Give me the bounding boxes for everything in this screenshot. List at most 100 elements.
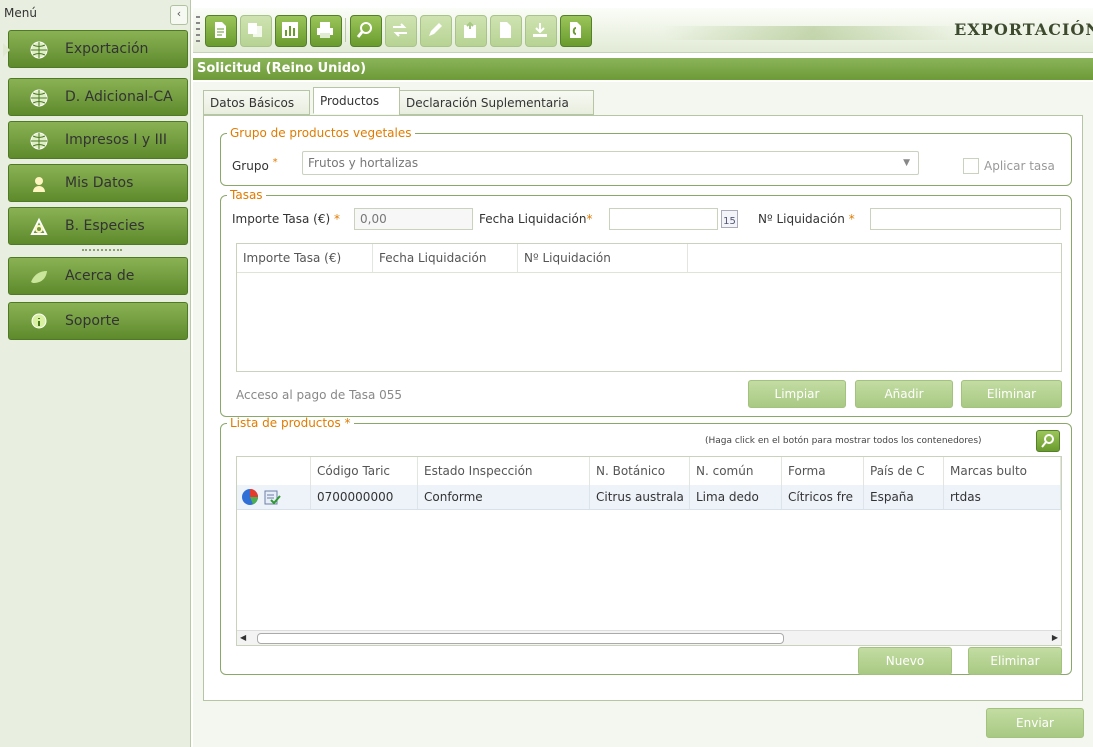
scroll-left-icon[interactable]: ◀ bbox=[240, 631, 246, 645]
scroll-right-icon[interactable]: ▶ bbox=[1052, 631, 1058, 645]
page-title: EXPORTACIÓN bbox=[954, 20, 1093, 39]
tasas-legend: Tasas bbox=[230, 188, 263, 202]
sidebar-item-mis-datos[interactable]: Mis Datos bbox=[8, 164, 188, 202]
chevron-down-icon: ▼ bbox=[903, 158, 910, 168]
numero-liquidacion-input[interactable] bbox=[870, 208, 1061, 230]
sidebar-item-label: Soporte bbox=[65, 313, 120, 329]
sidebar-item-soporte[interactable]: Soporte bbox=[8, 302, 188, 340]
tasas-table: Importe Tasa (€) Fecha Liquidación Nº Li… bbox=[236, 243, 1062, 372]
cell-codigo-taric: 0700000000 bbox=[311, 485, 418, 509]
sidebar-item-acerca-de[interactable]: Acerca de bbox=[8, 257, 188, 295]
fecha-liquidacion-input[interactable] bbox=[609, 208, 718, 230]
sidebar-item-label: Acerca de bbox=[65, 268, 135, 284]
sidebar: Menú ‹ Exportación D. Adicional-CA Impre… bbox=[0, 0, 191, 747]
sidebar-item-impresos[interactable]: Impresos I y III bbox=[8, 121, 188, 159]
productos-table: Código Taric Estado Inspección N. Botáni… bbox=[236, 456, 1062, 646]
grupo-select-value: Frutos y hortalizas bbox=[308, 156, 419, 170]
column-header[interactable]: Fecha Liquidación bbox=[373, 244, 518, 272]
column-header[interactable]: Marcas bulto bbox=[944, 457, 1061, 485]
eliminar-producto-button[interactable]: Eliminar bbox=[968, 647, 1062, 675]
grupo-label: Grupo * bbox=[232, 157, 278, 173]
collapse-sidebar-button[interactable]: ‹ bbox=[170, 5, 188, 25]
edit-icon[interactable] bbox=[420, 15, 452, 47]
grupo-select[interactable]: Frutos y hortalizas ▼ bbox=[302, 151, 919, 175]
user-icon bbox=[33, 177, 45, 192]
contenedores-hint: (Haga click en el botón para mostrar tod… bbox=[705, 436, 982, 446]
toolbar: EXPORTACIÓN bbox=[193, 8, 1093, 53]
show-containers-button[interactable] bbox=[1036, 430, 1060, 452]
main-panel: Datos Básicos Productos Declaración Supl… bbox=[193, 82, 1093, 747]
search-icon[interactable] bbox=[350, 15, 382, 47]
table-row[interactable]: 0700000000 Conforme Citrus australa Lima… bbox=[237, 485, 1061, 510]
sidebar-item-label: D. Adicional-CA bbox=[65, 89, 173, 105]
column-header[interactable]: N. común bbox=[690, 457, 782, 485]
column-header[interactable]: Estado Inspección bbox=[418, 457, 590, 485]
scrollbar-thumb[interactable] bbox=[257, 633, 784, 644]
tab-declaracion-suplementaria[interactable]: Declaración Suplementaria bbox=[399, 90, 594, 115]
sidebar-item-label: Exportación bbox=[65, 41, 149, 57]
tab-content: Grupo de productos vegetales Grupo * Fru… bbox=[203, 115, 1083, 701]
sidebar-splitter[interactable] bbox=[82, 249, 122, 255]
print-icon[interactable] bbox=[310, 15, 342, 47]
copy-icon[interactable] bbox=[240, 15, 272, 47]
aplicar-tasa-label: Aplicar tasa bbox=[984, 159, 1055, 173]
column-header bbox=[237, 457, 311, 485]
tab-productos[interactable]: Productos bbox=[313, 87, 400, 114]
cell-estado-inspeccion: Conforme bbox=[418, 485, 590, 509]
column-header[interactable]: Código Taric bbox=[311, 457, 418, 485]
globe-icon bbox=[30, 89, 48, 107]
upload-doc-icon[interactable] bbox=[455, 15, 487, 47]
eliminar-tasa-button[interactable]: Eliminar bbox=[961, 380, 1062, 408]
column-header[interactable]: Nº Liquidación bbox=[518, 244, 688, 272]
chart-icon[interactable] bbox=[275, 15, 307, 47]
request-header: Solicitud (Reino Unido) bbox=[193, 58, 1093, 80]
file-icon[interactable] bbox=[490, 15, 522, 47]
active-indicator bbox=[3, 43, 10, 57]
nuevo-button[interactable]: Nuevo bbox=[858, 647, 952, 675]
sidebar-item-b-especies[interactable]: B. Especies bbox=[8, 207, 188, 245]
download-icon[interactable] bbox=[525, 15, 557, 47]
globe-icon bbox=[30, 132, 48, 150]
cell-pais: España bbox=[864, 485, 944, 509]
document-icon[interactable] bbox=[205, 15, 237, 47]
sidebar-item-label: Impresos I y III bbox=[65, 132, 168, 148]
menu-title: Menú bbox=[4, 6, 37, 20]
cell-marcas-bulto: rtdas bbox=[944, 485, 1061, 509]
tab-datos-basicos[interactable]: Datos Básicos bbox=[203, 90, 310, 115]
tasas-table-header: Importe Tasa (€) Fecha Liquidación Nº Li… bbox=[237, 244, 1061, 273]
column-header[interactable]: País de C bbox=[864, 457, 944, 485]
aplicar-tasa-checkbox[interactable] bbox=[963, 158, 979, 174]
sidebar-item-label: B. Especies bbox=[65, 218, 145, 234]
numero-liquidacion-label: Nº Liquidación * bbox=[758, 212, 855, 226]
importe-tasa-label: Importe Tasa (€) * bbox=[232, 212, 340, 226]
cell-nombre-comun: Lima dedo bbox=[690, 485, 782, 509]
column-header[interactable]: Importe Tasa (€) bbox=[237, 244, 373, 272]
pie-chart-icon[interactable] bbox=[241, 488, 259, 506]
sidebar-item-label: Mis Datos bbox=[65, 175, 134, 191]
globe-icon bbox=[30, 41, 48, 59]
column-header[interactable]: N. Botánico bbox=[590, 457, 690, 485]
cell-nombre-botanico: Citrus australa bbox=[590, 485, 690, 509]
sidebar-item-d-adicional[interactable]: D. Adicional-CA bbox=[8, 78, 188, 116]
row-actions bbox=[237, 485, 311, 509]
productos-legend: Lista de productos * bbox=[230, 416, 351, 430]
limpiar-button[interactable]: Limpiar bbox=[748, 380, 846, 408]
certificate-icon[interactable] bbox=[560, 15, 592, 47]
checklist-icon[interactable] bbox=[263, 488, 281, 506]
sidebar-item-exportacion[interactable]: Exportación bbox=[3, 30, 188, 68]
fecha-liquidacion-label: Fecha Liquidación* bbox=[479, 212, 593, 226]
leaf-icon bbox=[31, 271, 47, 283]
toolbar-grip bbox=[196, 16, 200, 44]
column-header[interactable]: Forma bbox=[782, 457, 864, 485]
enviar-button[interactable]: Enviar bbox=[986, 708, 1084, 738]
calendar-icon[interactable]: 15 bbox=[721, 210, 738, 228]
horizontal-scrollbar[interactable]: ◀ ▶ bbox=[237, 630, 1061, 645]
pago-tasa-link[interactable]: Acceso al pago de Tasa 055 bbox=[236, 388, 402, 402]
search-species-icon bbox=[30, 217, 48, 235]
transfer-icon[interactable] bbox=[385, 15, 417, 47]
toolbar-separator bbox=[345, 18, 346, 42]
importe-tasa-input[interactable]: 0,00 bbox=[354, 208, 473, 230]
search-icon bbox=[1041, 434, 1054, 448]
productos-table-header: Código Taric Estado Inspección N. Botáni… bbox=[237, 457, 1061, 486]
anadir-button[interactable]: Añadir bbox=[855, 380, 953, 408]
